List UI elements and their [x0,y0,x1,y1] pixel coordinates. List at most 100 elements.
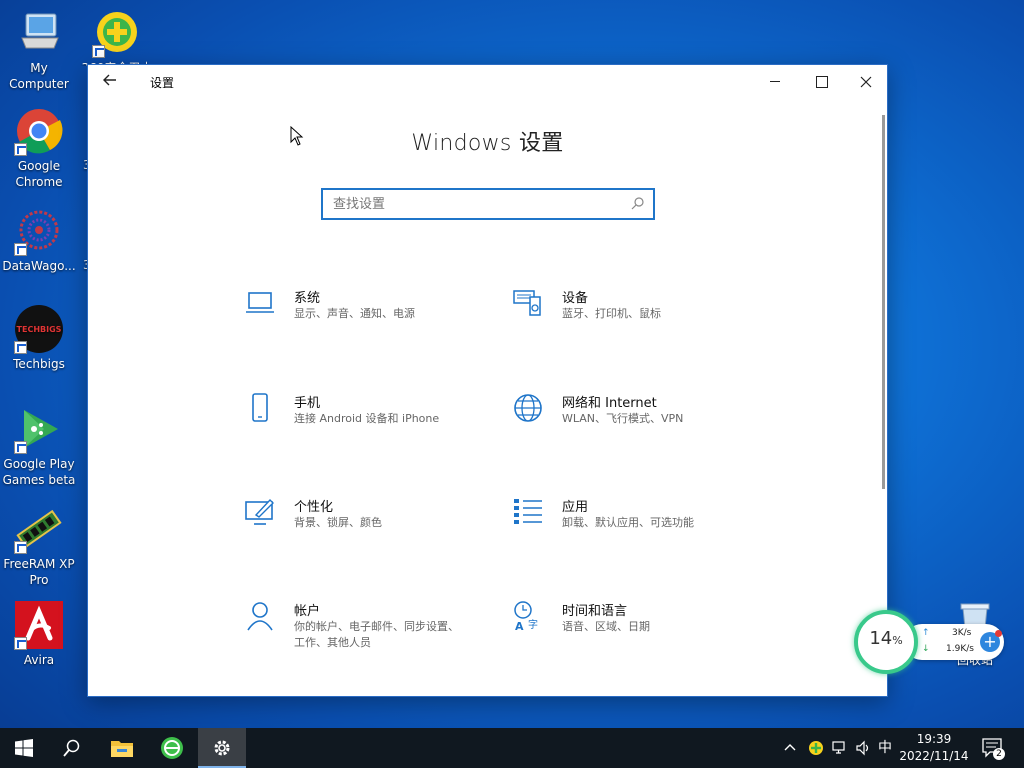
start-button[interactable] [0,728,48,768]
upload-speed: 3K/s [952,628,972,638]
tile-subtitle: 蓝牙、打印机、鼠标 [562,307,661,320]
shortcut-arrow-icon [14,637,27,650]
desktop-icon-chrome[interactable]: Google Chrome [0,106,78,190]
maximize-button[interactable] [798,65,844,98]
upload-arrow-icon: ↑ [922,628,930,638]
window-title: 设置 [150,76,175,90]
desktop-icon-label: DataWago... [2,259,76,273]
tile-accounts[interactable]: 帐户 你的帐户、电子邮件、同步设置、工作、其他人员 [244,600,494,660]
scrollbar[interactable] [882,115,885,489]
desktop-icon-label: FreeRAM XP Pro [3,557,75,587]
svg-text:字: 字 [528,618,538,631]
tray-volume-icon[interactable] [856,728,872,768]
memory-usage-ring[interactable]: 14% [854,610,918,674]
minimize-button[interactable] [752,65,798,98]
search-input[interactable] [323,190,613,218]
tile-title: 个性化 [294,500,334,515]
desktop-icon-google-play-games[interactable]: Google Play Games beta [0,404,78,488]
network-speed-panel: ↑ 3K/s ↓ 1.9K/s + [904,624,1004,660]
back-button[interactable] [102,72,124,92]
desktop-icon-label: Techbigs [13,357,65,371]
desktop-icon-label: Avira [23,653,55,667]
close-icon [860,76,872,88]
tile-subtitle: 语音、区域、日期 [562,620,650,633]
360-security-icon [92,8,142,58]
back-arrow-icon [103,74,116,86]
settings-window: 设置 Windows 设置 系统 显示、声音、通知、电源 [87,64,888,697]
avira-icon [14,600,64,650]
360-browser-icon [161,737,183,759]
tile-title: 网络和 Internet [562,396,657,411]
desktop-icon-techbigs[interactable]: TECHBIGS Techbigs [0,304,78,372]
google-play-games-icon [14,404,64,454]
desktop-icon-avira[interactable]: Avira [0,600,78,668]
taskbar-settings-app[interactable] [198,728,246,768]
tile-apps[interactable]: 应用 卸载、默认应用、可选功能 [512,496,762,556]
tile-personalization[interactable]: 个性化 背景、锁屏、颜色 [244,496,494,556]
desktop-icon-freeram[interactable]: FreeRAM XP Pro [0,504,78,588]
shortcut-arrow-icon [14,541,27,554]
tray-network-icon[interactable] [832,728,848,768]
search-box[interactable] [321,188,655,220]
tile-subtitle: WLAN、飞行模式、VPN [562,412,684,425]
globe-icon [514,394,542,422]
shortcut-arrow-icon [14,243,27,256]
tile-subtitle: 卸载、默认应用、可选功能 [562,516,694,529]
taskbar-file-explorer[interactable] [98,728,146,768]
desktop-icon-label: My Computer [9,61,69,91]
action-center-button[interactable]: 2 [982,738,1005,760]
taskbar-360-app[interactable] [148,728,196,768]
memory-usage-value: 14% [854,628,918,649]
phone-icon [252,393,268,422]
usage-percent-unit: % [892,634,903,647]
taskbar-clock[interactable]: 19:39 2022/11/14 [893,731,975,765]
desktop-icon-datawagon[interactable]: DataWago... [0,206,78,274]
techbigs-icon: TECHBIGS [14,304,64,354]
clock-date: 2022/11/14 [899,749,969,763]
desktop-icon-360[interactable]: 360安全卫士 [78,8,156,66]
search-icon [63,739,80,757]
chrome-icon [14,106,64,156]
desktop-icon-my-computer[interactable]: My Computer [0,8,78,92]
tile-network[interactable]: 网络和 Internet WLAN、飞行模式、VPN [512,392,762,452]
search-icon[interactable] [631,196,645,210]
time-language-icon: A 字 [514,601,538,632]
taskbar: 中 19:39 2022/11/14 2 [0,728,1024,768]
tile-phone[interactable]: 手机 连接 Android 设备和 iPhone [244,392,494,452]
apps-icon [514,499,542,524]
close-button[interactable] [843,65,889,98]
tile-subtitle: 连接 Android 设备和 iPhone [294,412,440,425]
freeram-icon [14,504,64,554]
network-speed-widget[interactable]: ↑ 3K/s ↓ 1.9K/s + 14% [854,610,1004,674]
tile-subtitle: 你的帐户、电子邮件、同步设置、工作、其他人员 [294,620,459,649]
tile-title: 应用 [562,500,589,515]
gear-icon [214,740,230,756]
tile-title: 帐户 [294,604,321,619]
personalization-icon [245,498,274,525]
download-arrow-icon: ↓ [922,644,930,654]
title-bar[interactable]: 设置 [88,65,887,99]
tray-360-icon[interactable] [808,728,824,768]
tile-title: 手机 [294,396,321,411]
windows-logo-icon [15,739,33,757]
svg-text:TECHBIGS: TECHBIGS [17,325,62,334]
clock-time: 19:39 [916,732,952,746]
shortcut-arrow-icon [14,341,27,354]
accelerate-plus-icon[interactable]: + [980,630,1002,652]
shortcut-arrow-icon [92,45,105,58]
datawagon-icon [14,206,64,256]
tile-title: 设备 [562,291,589,306]
folder-icon [111,741,133,757]
svg-text:A: A [515,620,524,632]
tray-chevron-up-icon[interactable] [784,728,796,768]
tile-system[interactable]: 系统 显示、声音、通知、电源 [244,287,494,347]
usage-percent: 14 [869,628,893,649]
desktop-icon-label: Google Play Games beta [2,457,76,487]
tile-devices[interactable]: 设备 蓝牙、打印机、鼠标 [512,287,762,347]
tile-time-language[interactable]: A 字 时间和语言 语音、区域、日期 [512,600,762,660]
page-title: Windows 设置 [411,131,564,156]
computer-icon [14,8,64,58]
taskbar-search-button[interactable] [48,728,96,768]
tray-ime-indicator[interactable]: 中 [878,728,892,768]
tile-subtitle: 显示、声音、通知、电源 [294,307,415,320]
